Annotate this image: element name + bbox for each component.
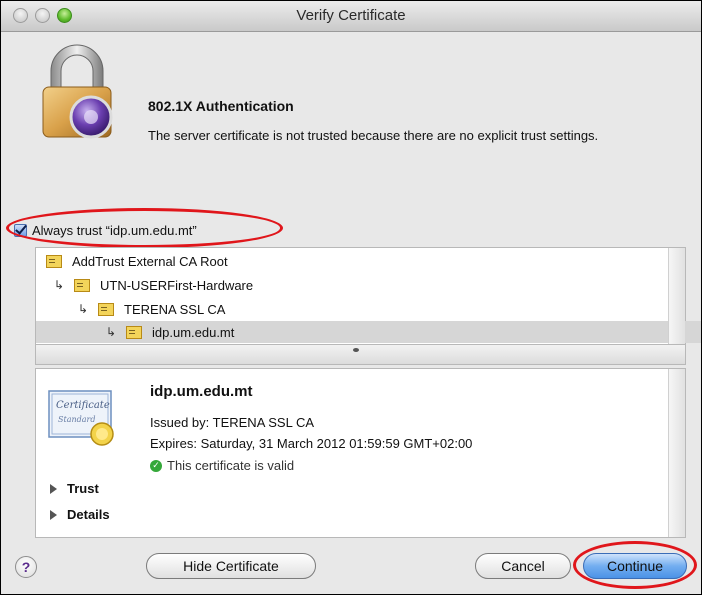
disclosure-triangle-icon (50, 483, 57, 494)
tree-item-label: TERENA SSL CA (124, 301, 226, 317)
hide-certificate-button[interactable]: Hide Certificate (146, 553, 316, 579)
certificate-chain-tree[interactable]: AddTrust External CA Root ↳ UTN-USERFirs… (35, 247, 701, 345)
certificate-status-label: This certificate is valid (167, 458, 295, 473)
trust-section-label: Trust (67, 481, 99, 496)
tree-item-addtrust-root[interactable]: AddTrust External CA Root (36, 250, 679, 272)
dialog-heading: 802.1X Authentication (148, 98, 294, 114)
certificate-icon (74, 278, 90, 292)
details-scrollbar[interactable] (668, 369, 685, 537)
tree-scrollbar[interactable] (668, 248, 685, 344)
padlock-icon (42, 44, 113, 139)
help-button[interactable]: ? (15, 556, 37, 578)
certificate-details-panel: Certificate Standard idp.um.edu.mt Issue… (35, 368, 686, 538)
certificate-status: ✓ This certificate is valid (150, 458, 294, 473)
tree-item-label: AddTrust External CA Root (72, 253, 228, 269)
split-view-divider[interactable] (35, 345, 686, 365)
tree-item-label: idp.um.edu.mt (152, 324, 235, 340)
cancel-button[interactable]: Cancel (475, 553, 571, 579)
title-bar[interactable]: Verify Certificate (1, 1, 701, 32)
details-disclosure[interactable]: Details (50, 507, 110, 522)
certificate-badge-icon: Certificate Standard (48, 390, 114, 446)
certificate-expiry: Expires: Saturday, 31 March 2012 01:59:5… (150, 436, 473, 451)
badge-line-2: Standard (58, 415, 95, 424)
tree-item-label: UTN-USERFirst-Hardware (100, 277, 254, 293)
verify-certificate-window: Verify Certificate 802.1X Authentication… (0, 0, 702, 595)
tree-item-utn-userfirst[interactable]: ↳ UTN-USERFirst-Hardware (36, 274, 687, 296)
tree-item-terena-ssl-ca[interactable]: ↳ TERENA SSL CA (36, 298, 701, 320)
highlight-circle-continue (573, 541, 697, 589)
divider-grip-icon (353, 348, 359, 352)
certificate-icon (98, 302, 114, 316)
disclosure-triangle-icon (50, 509, 57, 520)
hierarchy-arrow-icon: ↳ (54, 278, 65, 292)
hierarchy-arrow-icon: ↳ (106, 325, 117, 339)
tree-item-idp-um-edu-mt[interactable]: ↳ idp.um.edu.mt (36, 321, 701, 343)
certificate-name: idp.um.edu.mt (150, 383, 253, 400)
valid-check-icon: ✓ (150, 459, 162, 472)
window-title: Verify Certificate (296, 7, 406, 24)
certificate-icon (126, 325, 142, 339)
certificate-icon (46, 254, 62, 268)
hierarchy-arrow-icon: ↳ (78, 302, 89, 316)
badge-line-1: Certificate (56, 400, 110, 411)
certificate-issuer: Issued by: TERENA SSL CA (150, 415, 315, 430)
highlight-circle-always-trust (6, 208, 283, 248)
dialog-message: The server certificate is not trusted be… (148, 128, 599, 143)
trust-disclosure[interactable]: Trust (50, 481, 99, 496)
details-section-label: Details (67, 507, 110, 522)
